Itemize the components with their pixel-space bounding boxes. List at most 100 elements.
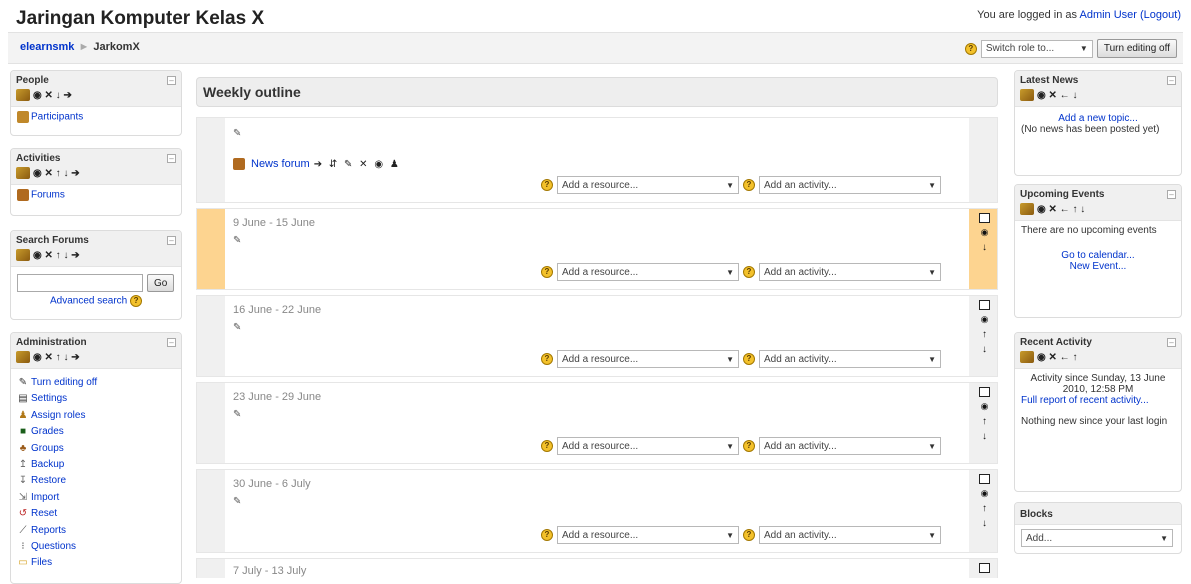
- eye-icon[interactable]: ◉: [981, 227, 989, 238]
- admin-item-label[interactable]: Reset: [31, 508, 57, 519]
- admin-item-reports[interactable]: ⟋ Reports: [17, 523, 175, 539]
- admin-item-label[interactable]: Turn editing off: [31, 377, 97, 388]
- help-icon[interactable]: ?: [541, 440, 553, 452]
- collapse-icon[interactable]: –: [1167, 338, 1176, 347]
- add-activity-select[interactable]: Add an activity... ▼: [759, 526, 941, 544]
- breadcrumb-home-link[interactable]: elearnsmk: [20, 41, 74, 53]
- admin-item-import[interactable]: ⇲ Import: [17, 490, 175, 506]
- news-forum-link[interactable]: News forum: [251, 158, 310, 170]
- admin-item-label[interactable]: Backup: [31, 459, 64, 470]
- turn-editing-off-button[interactable]: Turn editing off: [1096, 39, 1177, 58]
- help-icon[interactable]: ?: [541, 353, 553, 365]
- edit-summary-icon[interactable]: ✎: [233, 496, 241, 507]
- help-icon[interactable]: ?: [130, 295, 143, 307]
- admin-item-label[interactable]: Settings: [31, 393, 67, 404]
- user-link[interactable]: Admin User: [1079, 9, 1136, 21]
- add-resource-select[interactable]: Add a resource... ▼: [557, 263, 739, 281]
- switch-role-select[interactable]: Switch role to... ▼: [980, 39, 1093, 58]
- add-resource-select[interactable]: Add a resource... ▼: [557, 176, 739, 194]
- add-activity-select[interactable]: Add an activity... ▼: [759, 350, 941, 368]
- help-icon[interactable]: ?: [541, 529, 553, 541]
- admin-item-groups[interactable]: ♣ Groups: [17, 441, 175, 457]
- admin-item-label[interactable]: Restore: [31, 475, 66, 486]
- collapse-icon[interactable]: –: [167, 236, 176, 245]
- activity-edit-icons[interactable]: ➔ ⇵ ✎ ✕ ◉ ♟: [314, 159, 401, 170]
- full-report-link[interactable]: Full report of recent activity...: [1021, 395, 1149, 406]
- highlight-toggle-icon[interactable]: [979, 387, 990, 397]
- move-up-icon[interactable]: ↑: [982, 503, 987, 514]
- admin-item-questions[interactable]: ⁝ Questions: [17, 539, 175, 555]
- move-down-icon[interactable]: ↓: [982, 431, 987, 442]
- help-icon[interactable]: ?: [964, 42, 977, 55]
- collapse-icon[interactable]: –: [167, 154, 176, 163]
- roles-icon[interactable]: [1020, 203, 1034, 215]
- admin-item-restore[interactable]: ↧ Restore: [17, 473, 175, 489]
- edit-summary-icon[interactable]: ✎: [233, 409, 241, 420]
- collapse-icon[interactable]: –: [167, 338, 176, 347]
- add-resource-select[interactable]: Add a resource... ▼: [557, 526, 739, 544]
- add-resource-select[interactable]: Add a resource... ▼: [557, 437, 739, 455]
- search-input[interactable]: [17, 274, 143, 292]
- eye-icon[interactable]: ◉: [981, 314, 989, 325]
- roles-icon[interactable]: [1020, 89, 1034, 101]
- admin-item-label[interactable]: Grades: [31, 426, 64, 437]
- highlight-toggle-icon[interactable]: [979, 300, 990, 310]
- admin-item-turn-editing-off[interactable]: ✎ Turn editing off: [17, 375, 175, 391]
- add-activity-select[interactable]: Add an activity... ▼: [759, 437, 941, 455]
- edit-summary-icon[interactable]: ✎: [233, 322, 241, 333]
- forums-link[interactable]: Forums: [31, 190, 65, 201]
- admin-item-label[interactable]: Files: [31, 557, 52, 568]
- highlight-toggle-icon[interactable]: [979, 563, 990, 573]
- add-activity-select[interactable]: Add an activity... ▼: [759, 176, 941, 194]
- help-icon[interactable]: ?: [541, 266, 553, 278]
- eye-icon[interactable]: ◉: [981, 401, 989, 412]
- add-topic-link[interactable]: Add a new topic...: [1058, 113, 1138, 124]
- add-block-select[interactable]: Add... ▼: [1021, 529, 1173, 547]
- highlight-toggle-icon[interactable]: [979, 474, 990, 484]
- admin-item-label[interactable]: Assign roles: [31, 410, 85, 421]
- collapse-icon[interactable]: –: [167, 76, 176, 85]
- add-resource-select[interactable]: Add a resource... ▼: [557, 350, 739, 368]
- admin-item-grades[interactable]: ■ Grades: [17, 424, 175, 440]
- admin-item-backup[interactable]: ↥ Backup: [17, 457, 175, 473]
- block-header: Blocks: [1015, 503, 1181, 525]
- add-activity-select[interactable]: Add an activity... ▼: [759, 263, 941, 281]
- roles-icon[interactable]: [16, 167, 30, 179]
- admin-item-label[interactable]: Groups: [31, 443, 64, 454]
- new-event-link[interactable]: New Event...: [1070, 261, 1127, 272]
- collapse-icon[interactable]: –: [1167, 76, 1176, 85]
- roles-icon[interactable]: [1020, 351, 1034, 363]
- admin-item-files[interactable]: ▭ Files: [17, 555, 175, 571]
- edit-summary-icon[interactable]: ✎: [233, 235, 241, 246]
- help-icon[interactable]: ?: [743, 353, 755, 365]
- logout-link[interactable]: (Logout): [1140, 9, 1181, 21]
- help-icon[interactable]: ?: [743, 440, 755, 452]
- move-down-icon[interactable]: ↓: [982, 518, 987, 529]
- participants-link[interactable]: Participants: [31, 112, 83, 123]
- move-up-icon[interactable]: ↑: [982, 329, 987, 340]
- move-down-icon[interactable]: ↓: [982, 344, 987, 355]
- move-down-icon[interactable]: ↓: [982, 242, 987, 253]
- move-up-icon[interactable]: ↑: [982, 416, 987, 427]
- help-icon[interactable]: ?: [743, 529, 755, 541]
- help-icon[interactable]: ?: [743, 266, 755, 278]
- roles-icon[interactable]: [16, 89, 30, 101]
- edit-summary-icon[interactable]: ✎: [233, 128, 241, 139]
- collapse-icon[interactable]: –: [1167, 190, 1176, 199]
- admin-item-label[interactable]: Import: [31, 492, 59, 503]
- admin-item-settings[interactable]: ▤ Settings: [17, 391, 175, 407]
- admin-item-label[interactable]: Questions: [31, 541, 76, 552]
- advanced-search-link[interactable]: Advanced search: [50, 296, 127, 307]
- admin-item-reset[interactable]: ↺ Reset: [17, 506, 175, 522]
- go-button[interactable]: Go: [147, 274, 175, 292]
- roles-icon[interactable]: [16, 249, 30, 261]
- admin-item-label[interactable]: Reports: [31, 525, 66, 536]
- help-icon[interactable]: ?: [743, 179, 755, 191]
- admin-item-assign-roles[interactable]: ♟ Assign roles: [17, 408, 175, 424]
- help-icon[interactable]: ?: [541, 179, 553, 191]
- highlight-toggle-icon[interactable]: [979, 213, 990, 223]
- block-controls: ◉ ✕ ↑ ↓ ➔: [16, 167, 176, 179]
- eye-icon[interactable]: ◉: [981, 488, 989, 499]
- go-to-calendar-link[interactable]: Go to calendar...: [1061, 250, 1134, 261]
- roles-icon[interactable]: [16, 351, 30, 363]
